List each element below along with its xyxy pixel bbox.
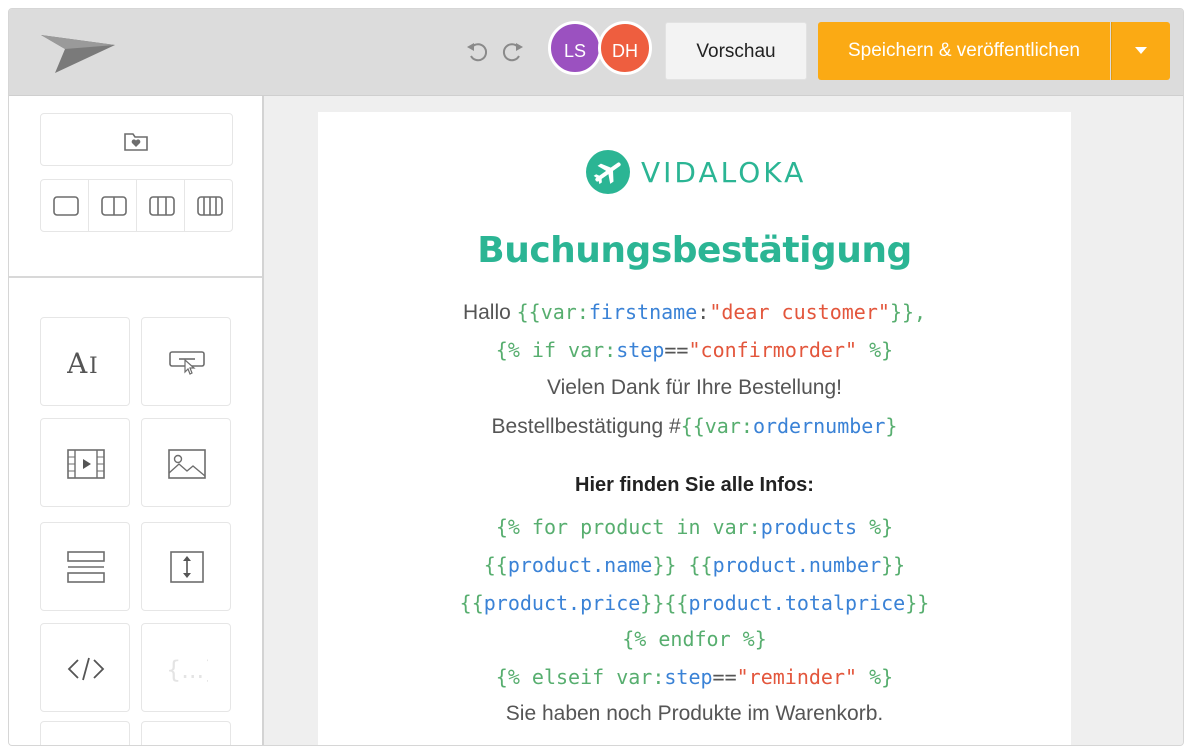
code-token: }} <box>881 553 906 577</box>
code-variable: product.totalprice <box>688 591 906 615</box>
code-token: {{ <box>459 591 484 615</box>
column-layout-selector <box>40 179 233 232</box>
image-icon <box>168 449 206 479</box>
thanks-line: Vielen Dank für Ihre Bestellung! <box>547 376 842 399</box>
svg-text:I: I <box>89 354 98 377</box>
button-icon <box>169 351 205 375</box>
order-number-line: Bestellbestätigung #{{var:ordernumber} <box>318 414 1071 439</box>
two-column-icon[interactable] <box>89 180 137 231</box>
code-token: : <box>697 300 710 324</box>
save-publish-button[interactable]: Speichern & veröffentlichen <box>818 22 1110 80</box>
code-variable: product.number <box>712 553 882 577</box>
elseif-step-line: {% elseif var:step=="reminder" %} <box>318 665 1071 689</box>
more-tool-tile[interactable] <box>40 721 130 745</box>
code-token: {% if var: <box>495 338 617 362</box>
chevron-down-icon <box>1135 47 1147 54</box>
divider-block-tool[interactable] <box>40 522 130 611</box>
code-token: }} <box>640 591 665 615</box>
undo-icon[interactable] <box>463 37 491 65</box>
avatar[interactable]: LS <box>548 21 602 75</box>
redo-icon[interactable] <box>499 37 527 65</box>
code-token: {% for product in var: <box>495 515 761 539</box>
code-variable: products <box>760 515 858 539</box>
brand-logo: VIDALOKA <box>586 148 816 194</box>
endfor-line: {% endfor %} <box>622 627 767 651</box>
code-token: }} <box>652 553 689 577</box>
code-variable: product.price <box>483 591 641 615</box>
code-token: }}, <box>889 300 927 324</box>
product-name-number-line: {{product.name}} {{product.number}} <box>318 553 1071 577</box>
top-toolbar: LS DH Vorschau Speichern & veröffentlich… <box>9 9 1183 96</box>
code-token: %} <box>857 515 894 539</box>
folder-heart-icon <box>124 133 148 151</box>
code-token: {{ <box>688 553 713 577</box>
code-token: } <box>885 414 898 438</box>
code-variable: step <box>616 338 665 362</box>
email-canvas: VIDALOKA Buchungsbestätigung Hallo {{var… <box>264 96 1183 745</box>
info-heading: Hier finden Sie alle Infos: <box>575 474 814 496</box>
four-column-icon[interactable] <box>185 180 232 231</box>
code-token: {{var: <box>516 300 589 324</box>
code-token: == <box>712 665 737 689</box>
for-products-line: {% for product in var:products %} <box>318 515 1071 539</box>
html-block-tool[interactable] <box>40 623 130 712</box>
code-variable: ordernumber <box>752 414 886 438</box>
three-column-icon[interactable] <box>137 180 185 231</box>
svg-text:{...}: {...} <box>166 656 208 684</box>
code-token: {{var: <box>680 414 753 438</box>
code-string: "confirmorder" <box>688 338 858 362</box>
code-variable: product.name <box>507 553 653 577</box>
saved-blocks-button[interactable] <box>40 113 233 166</box>
text-block-tool[interactable]: A I <box>40 317 130 406</box>
more-tool-tile[interactable] <box>141 721 231 745</box>
airplane-icon <box>586 150 630 194</box>
svg-text:A: A <box>67 347 88 377</box>
reminder-line: Sie haben noch Produkte im Warenkorb. <box>505 702 884 725</box>
spacer-icon <box>170 551 204 583</box>
image-block-tool[interactable] <box>141 418 231 507</box>
code-token: {% elseif var: <box>495 665 665 689</box>
one-column-icon[interactable] <box>41 180 89 231</box>
html-code-icon <box>67 657 105 681</box>
code-token: %} <box>857 338 894 362</box>
product-price-line: {{product.price}}{{product.totalprice}} <box>318 591 1071 615</box>
editor-window: LS DH Vorschau Speichern & veröffentlich… <box>8 8 1184 746</box>
code-token: == <box>664 338 689 362</box>
email-heading: Buchungsbestätigung <box>477 230 912 271</box>
avatar[interactable]: DH <box>598 21 652 75</box>
preview-button[interactable]: Vorschau <box>665 22 807 80</box>
dynamic-content-icon: {...} <box>166 656 208 684</box>
brand-name: VIDALOKA <box>641 156 807 189</box>
divider-icon <box>67 551 105 583</box>
publish-options-dropdown[interactable] <box>1111 22 1170 80</box>
video-icon <box>67 449 105 479</box>
code-token: {{ <box>664 591 689 615</box>
greeting-line: Hallo {{var:firstname:"dear customer"}}, <box>318 300 1071 325</box>
if-step-line: {% if var:step=="confirmorder" %} <box>318 338 1071 362</box>
code-variable: firstname <box>588 300 698 324</box>
button-block-tool[interactable] <box>141 317 231 406</box>
paper-plane-logo-icon[interactable] <box>41 29 115 73</box>
code-string: "reminder" <box>736 665 858 689</box>
code-string: "dear customer" <box>709 300 890 324</box>
video-block-tool[interactable] <box>40 418 130 507</box>
code-token: }} <box>905 591 930 615</box>
code-token: {{ <box>483 553 508 577</box>
spacer-block-tool[interactable] <box>141 522 231 611</box>
greeting-text: Hallo <box>462 301 511 324</box>
email-body[interactable]: VIDALOKA Buchungsbestätigung Hallo {{var… <box>318 112 1071 745</box>
sidebar: A I {... <box>9 96 264 745</box>
order-label: Bestellbestätigung # <box>491 415 681 438</box>
dynamic-content-block-tool[interactable]: {...} <box>141 623 231 712</box>
section-divider <box>9 276 262 278</box>
text-icon: A I <box>67 347 98 377</box>
code-token: %} <box>857 665 894 689</box>
code-variable: step <box>664 665 713 689</box>
